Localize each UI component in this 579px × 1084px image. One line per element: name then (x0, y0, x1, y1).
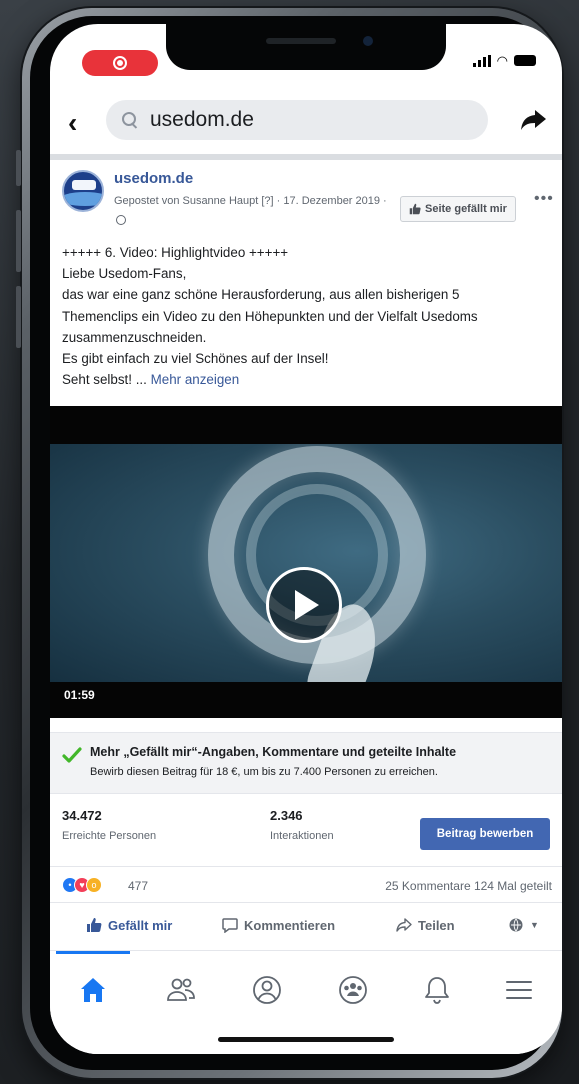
video-thumbnail (50, 444, 562, 682)
promotion-banner[interactable]: Mehr „Gefällt mir“-Angaben, Kommentare u… (50, 732, 562, 794)
record-icon (113, 56, 127, 70)
chevron-left-icon[interactable]: ‹ (68, 109, 77, 137)
cellular-signal-icon (472, 54, 491, 67)
post-line: Liebe Usedom-Fans, (62, 266, 187, 282)
comment-label: Kommentieren (244, 917, 336, 933)
active-tab-indicator (56, 951, 130, 954)
home-indicator[interactable] (218, 1037, 394, 1042)
reactions-bar: • ♥ o 477 25 Kommentare 124 Mal geteilt (50, 866, 562, 900)
wifi-icon: ◠ (496, 53, 508, 68)
page-name-link[interactable]: usedom.de (114, 170, 193, 187)
globe-icon (509, 918, 523, 932)
thumbs-up-icon (409, 203, 421, 215)
post-text: +++++ 6. Video: Highlightvideo +++++ Lie… (62, 242, 550, 390)
search-icon (122, 112, 138, 128)
checkmark-icon (62, 747, 82, 763)
status-bar-icons: ◠ (472, 53, 536, 68)
more-options-icon[interactable]: ••• (534, 190, 554, 208)
post-meta-text: Gepostet von Susanne Haupt [?] · 17. Dez… (114, 195, 387, 207)
wow-reaction-icon: o (86, 877, 102, 893)
mute-switch (16, 150, 21, 186)
post-line: Es gibt einfach zu viel Schönes auf der … (62, 351, 329, 367)
feed-separator (50, 154, 562, 160)
comment-button[interactable]: Kommentieren (222, 917, 335, 933)
like-button[interactable]: Gefällt mir (86, 917, 172, 933)
profile-icon[interactable] (250, 973, 284, 1007)
chevron-down-icon: ▼ (530, 920, 539, 930)
post-line: +++++ 6. Video: Highlightvideo +++++ (62, 245, 289, 260)
play-icon (295, 590, 319, 620)
phone-screen: ◠ ‹ usedom.de usedom.de Gepostet von Sus… (50, 24, 562, 1054)
screen-recording-indicator[interactable] (82, 50, 158, 76)
promotion-title: Mehr „Gefällt mir“-Angaben, Kommentare u… (90, 745, 457, 759)
share-label: Teilen (418, 917, 455, 933)
promotion-subtitle: Bewirb diesen Beitrag für 18 €, um bis z… (90, 766, 438, 778)
post-header: usedom.de Gepostet von Susanne Haupt [?]… (50, 164, 562, 234)
reached-count: 34.472 (62, 808, 102, 823)
share-arrow-icon[interactable] (518, 104, 548, 134)
comment-icon (222, 918, 238, 933)
post-line: Themenclips ein Video zu den Höhepunkten… (62, 308, 478, 324)
hamburger-icon[interactable] (502, 973, 536, 1007)
like-page-label: Seite gefällt mir (425, 203, 507, 215)
volume-down-button (16, 286, 21, 348)
reaction-count[interactable]: 477 (128, 879, 148, 893)
friends-icon[interactable] (164, 973, 198, 1007)
share-button[interactable]: Teilen (396, 917, 455, 933)
post-insights: 34.472 Erreichte Personen 2.346 Interakt… (50, 796, 562, 860)
url-text: usedom.de (150, 108, 254, 131)
share-icon (396, 918, 412, 932)
like-page-button[interactable]: Seite gefällt mir (400, 196, 516, 222)
post-meta: Gepostet von Susanne Haupt [?] · 17. Dez… (114, 192, 394, 230)
home-icon[interactable] (76, 973, 110, 1007)
reaction-icons[interactable]: • ♥ o (62, 877, 102, 893)
thumbs-up-icon (87, 918, 102, 932)
globe-icon (116, 215, 126, 226)
reached-label: Erreichte Personen (62, 830, 157, 842)
post-actions: Gefällt mir Kommentieren Teilen ▼ (50, 902, 562, 950)
promote-post-button[interactable]: Beitrag bewerben (420, 818, 550, 850)
url-field[interactable]: usedom.de (106, 100, 488, 140)
volume-up-button (16, 210, 21, 272)
interactions-label: Interaktionen (270, 830, 334, 842)
audience-selector[interactable]: ▼ (508, 917, 539, 933)
video-duration: 01:59 (64, 688, 95, 702)
interactions-count: 2.346 (270, 808, 303, 823)
spacer (50, 718, 562, 732)
browser-url-bar: ‹ usedom.de (50, 100, 562, 150)
bottom-navigation (50, 950, 562, 1054)
video-player[interactable]: 01:59 (50, 406, 562, 718)
post-line: das war eine ganz schöne Herausforderung… (62, 287, 460, 303)
groups-icon[interactable] (336, 973, 370, 1007)
like-label: Gefällt mir (108, 917, 173, 933)
page-avatar[interactable] (62, 170, 104, 212)
post-line-last: Seht selbst! ... Mehr anzeigen (62, 369, 550, 390)
post-line: Seht selbst! ... (62, 372, 147, 388)
post-line: zusammenzuschneiden. (62, 329, 207, 345)
front-camera (363, 36, 373, 46)
notch (166, 24, 446, 70)
battery-icon (514, 55, 536, 66)
bell-icon[interactable] (420, 973, 454, 1007)
speaker-grille (266, 38, 336, 44)
comments-shares-count[interactable]: 25 Kommentare 124 Mal geteilt (385, 879, 552, 893)
see-more-link[interactable]: Mehr anzeigen (151, 372, 240, 387)
play-button[interactable] (266, 567, 342, 643)
